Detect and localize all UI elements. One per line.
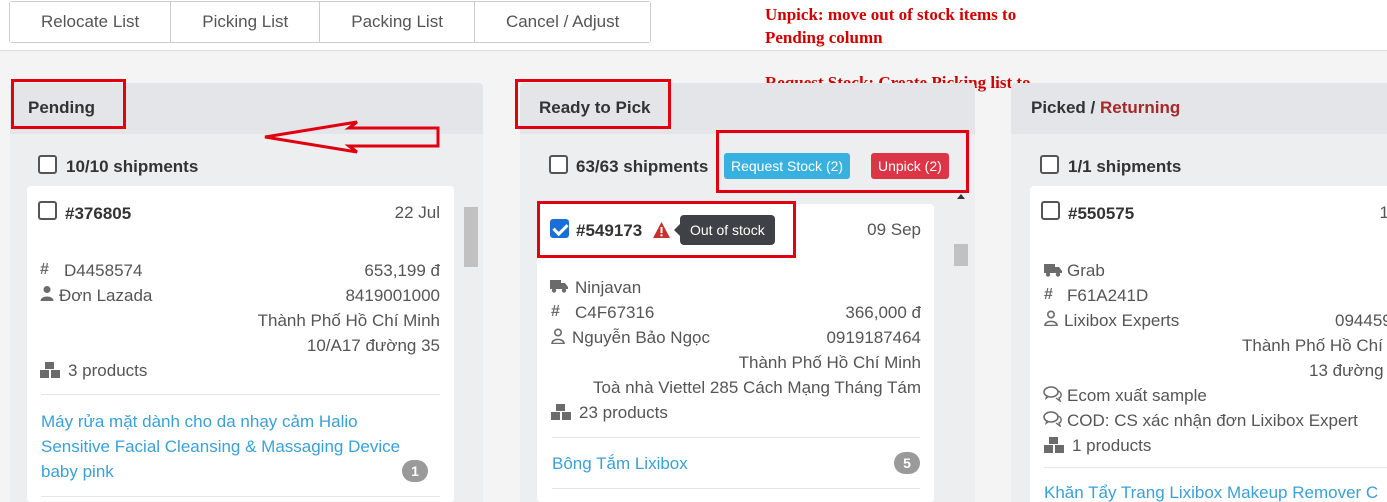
truck-icon bbox=[550, 279, 568, 298]
product-link-line2[interactable]: Sensitive Facial Cleansing & Massaging D… bbox=[41, 437, 400, 457]
scroll-up-icon[interactable] bbox=[957, 194, 965, 199]
order-date: 1 bbox=[1379, 203, 1387, 222]
pending-title-highlight bbox=[11, 79, 126, 129]
cubes-icon bbox=[1043, 436, 1065, 459]
street-address: 13 đường bbox=[1309, 361, 1384, 380]
shipment-card-550575[interactable]: #550575 1 Grab # F61A241D Lixibox Expert… bbox=[1030, 186, 1387, 502]
carrier-name: Grab bbox=[1067, 261, 1105, 280]
product-count: 23 products bbox=[579, 403, 668, 422]
order-id[interactable]: #376805 bbox=[65, 204, 131, 224]
cancel-adjust-button[interactable]: Cancel / Adjust bbox=[474, 2, 651, 42]
action-buttons-highlight bbox=[716, 130, 969, 193]
tracking-code: D4458574 bbox=[64, 261, 143, 280]
product-link[interactable]: Bông Tắm Lixibox bbox=[552, 454, 688, 474]
order-date: 09 Sep bbox=[867, 220, 921, 239]
city: Thành Phố Hồ Chí bbox=[1242, 336, 1383, 355]
hash-icon: # bbox=[40, 261, 49, 278]
picked-column: Picked / Returning 1/1 shipments #550575… bbox=[1011, 83, 1387, 502]
city: Thành Phố Hồ Chí Minh bbox=[257, 311, 440, 330]
ready-shipment-count: 63/63 shipments bbox=[576, 157, 709, 176]
customer-name: Nguyễn Bảo Ngọc bbox=[572, 328, 710, 347]
packing-list-button[interactable]: Packing List bbox=[320, 2, 475, 42]
ready-select-all-checkbox[interactable] bbox=[549, 155, 568, 174]
comments-icon bbox=[1043, 411, 1063, 432]
order-date: 22 Jul bbox=[394, 203, 440, 222]
divider bbox=[1044, 467, 1387, 468]
divider bbox=[41, 496, 440, 497]
comments-icon bbox=[1043, 386, 1063, 407]
unpick-annotation-line1: Unpick: move out of stock items to bbox=[765, 5, 1017, 24]
user-icon bbox=[40, 285, 54, 306]
arrow-left-annotation bbox=[264, 120, 440, 154]
cubes-icon bbox=[550, 403, 572, 426]
divider bbox=[552, 488, 920, 489]
toolbar-button-group: Relocate List Picking List Packing List … bbox=[9, 1, 652, 43]
picked-select-all-checkbox[interactable] bbox=[1040, 155, 1059, 174]
product-link-line1[interactable]: Máy rửa mặt dành cho da nhạy cảm Halio bbox=[41, 412, 358, 432]
order-amount: 366,000 đ bbox=[845, 303, 921, 322]
note-line1: Ecom xuất sample bbox=[1067, 386, 1207, 405]
ready-scrollbar-thumb[interactable] bbox=[954, 244, 968, 266]
out-of-stock-highlight bbox=[537, 201, 796, 258]
picking-list-button[interactable]: Picking List bbox=[171, 2, 321, 42]
picked-shipment-count: 1/1 shipments bbox=[1068, 157, 1182, 176]
shipment-checkbox[interactable] bbox=[1041, 201, 1060, 220]
hash-icon: # bbox=[551, 303, 560, 320]
unpick-annotation-line2: Pending column bbox=[765, 28, 883, 47]
user-icon bbox=[551, 328, 565, 349]
customer-name: Đơn Lazada bbox=[59, 286, 153, 305]
relocate-list-button[interactable]: Relocate List bbox=[10, 2, 172, 42]
toolbar: Relocate List Picking List Packing List … bbox=[0, 0, 1387, 51]
street-address: Toà nhà Viettel 285 Cách Mạng Tháng Tám bbox=[593, 378, 921, 397]
divider bbox=[41, 394, 440, 395]
carrier-name: Ninjavan bbox=[575, 278, 642, 297]
customer-phone: 0919187464 bbox=[826, 328, 921, 347]
product-count: 3 products bbox=[68, 361, 148, 380]
product-count: 1 products bbox=[1072, 436, 1152, 455]
product-quantity-badge: 5 bbox=[894, 452, 920, 474]
customer-phone: 8419001000 bbox=[345, 286, 440, 305]
user-icon bbox=[1044, 310, 1058, 331]
order-amount: 653,199 đ bbox=[364, 261, 440, 280]
tracking-code: F61A241D bbox=[1067, 286, 1149, 305]
ready-title-highlight bbox=[515, 79, 671, 129]
ready-scrollbar[interactable] bbox=[952, 194, 970, 502]
pending-scrollbar-thumb[interactable] bbox=[464, 207, 478, 267]
customer-name: Lixibox Experts bbox=[1064, 311, 1180, 330]
order-id[interactable]: #550575 bbox=[1068, 204, 1134, 224]
tracking-code: C4F67316 bbox=[575, 303, 655, 322]
shipment-checkbox[interactable] bbox=[38, 201, 57, 220]
shipment-card-376805[interactable]: #376805 22 Jul # D4458574 653,199 đ Đơn … bbox=[27, 186, 454, 502]
product-quantity-badge: 1 bbox=[402, 460, 428, 482]
divider bbox=[552, 437, 920, 438]
note-line2: COD: CS xác nhận đơn Lixibox Expert bbox=[1067, 411, 1358, 430]
picked-column-title: Picked / Returning bbox=[1031, 98, 1180, 118]
pending-select-all-checkbox[interactable] bbox=[38, 155, 57, 174]
cubes-icon bbox=[39, 361, 61, 384]
pending-shipment-count: 10/10 shipments bbox=[66, 157, 199, 176]
hash-icon: # bbox=[1044, 286, 1053, 303]
picked-title-main: Picked / bbox=[1031, 98, 1100, 117]
product-link-line3[interactable]: baby pink bbox=[41, 462, 114, 482]
returning-title-link[interactable]: Returning bbox=[1100, 98, 1180, 117]
street-address: 10/A17 đường 35 bbox=[306, 336, 440, 355]
customer-phone: 094459 bbox=[1335, 311, 1387, 330]
unpick-annotation: Unpick: move out of stock items to Pendi… bbox=[765, 3, 1016, 49]
product-link[interactable]: Khăn Tẩy Trang Lixibox Makeup Remover C bbox=[1044, 483, 1378, 502]
city: Thành Phố Hồ Chí Minh bbox=[738, 353, 921, 372]
truck-icon bbox=[1044, 263, 1062, 282]
